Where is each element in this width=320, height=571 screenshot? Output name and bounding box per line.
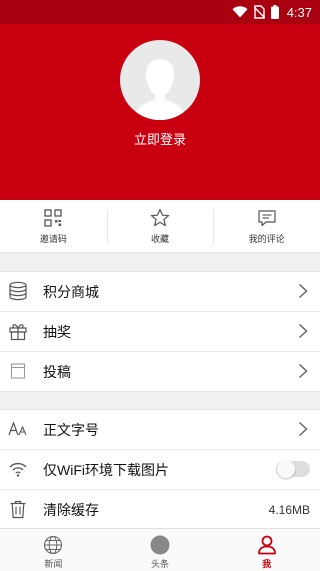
default-avatar-icon[interactable] <box>120 40 200 120</box>
favorites-label: 收藏 <box>151 234 170 244</box>
favorites-button[interactable]: 收藏 <box>106 200 214 252</box>
cache-size-value: 4.16MB <box>268 502 310 517</box>
menu-group-services: 积分商城 抽奖 投稿 <box>0 271 320 392</box>
chevron-right-icon <box>298 421 308 437</box>
menu-item-label: 正文字号 <box>43 421 99 438</box>
login-link[interactable]: 立即登录 <box>0 129 320 148</box>
tab-news[interactable]: 新闻 <box>0 529 107 571</box>
menu-item-clear-cache[interactable]: 清除缓存 4.16MB <box>0 489 320 529</box>
status-icons: 4:37 <box>232 0 312 24</box>
database-icon <box>9 281 27 301</box>
bottom-tab-bar: 新闻 头条 我 <box>0 528 320 571</box>
menu-group-settings: 正文字号 仅WiFi环境下载图片 清除缓存 4.16MB <box>0 409 320 530</box>
invite-code-button[interactable]: 邀请码 <box>0 200 107 252</box>
menu-item-font-size[interactable]: 正文字号 <box>0 410 320 449</box>
gift-icon <box>9 324 27 341</box>
menu-item-label: 抽奖 <box>43 323 71 340</box>
trash-icon <box>10 500 26 519</box>
menu-item-lottery[interactable]: 抽奖 <box>0 311 320 351</box>
globe-icon <box>44 535 63 555</box>
battery-icon <box>270 5 279 19</box>
headline-icon <box>150 535 170 555</box>
menu-item-label: 积分商城 <box>43 283 99 300</box>
tab-news-label: 新闻 <box>44 559 63 569</box>
menu-item-wifi-images: 仅WiFi环境下载图片 <box>0 449 320 489</box>
menu-item-label: 仅WiFi环境下载图片 <box>43 461 169 478</box>
menu-item-points-mall[interactable]: 积分商城 <box>0 272 320 311</box>
invite-code-label: 邀请码 <box>39 234 67 244</box>
tab-headlines[interactable]: 头条 <box>107 529 214 571</box>
toggle-knob <box>277 460 295 478</box>
profile-header: 立即登录 <box>0 24 320 200</box>
quick-actions: 邀请码 收藏 我的评论 <box>0 200 320 253</box>
chevron-right-icon <box>298 363 308 379</box>
menu-item-label: 清除缓存 <box>43 501 99 518</box>
no-sim-icon <box>253 5 265 19</box>
wifi-icon <box>9 462 27 477</box>
star-icon <box>150 208 170 227</box>
my-comments-label: 我的评论 <box>248 234 285 244</box>
contribute-icon <box>10 363 26 379</box>
qr-code-icon <box>44 209 62 227</box>
user-icon <box>257 535 276 555</box>
font-size-icon <box>8 421 27 436</box>
tab-me-label: 我 <box>262 559 272 569</box>
comment-icon <box>258 210 276 227</box>
tab-headlines-label: 头条 <box>151 559 170 569</box>
menu-item-contribute[interactable]: 投稿 <box>0 351 320 391</box>
menu-item-label: 投稿 <box>43 363 71 380</box>
wifi-images-toggle[interactable] <box>276 460 310 478</box>
wifi-icon <box>232 6 248 18</box>
status-bar: 4:37 <box>0 0 320 24</box>
chevron-right-icon <box>298 283 308 299</box>
chevron-right-icon <box>298 323 308 339</box>
tab-me[interactable]: 我 <box>213 529 320 571</box>
my-comments-button[interactable]: 我的评论 <box>213 200 320 252</box>
status-time: 4:37 <box>286 4 312 20</box>
